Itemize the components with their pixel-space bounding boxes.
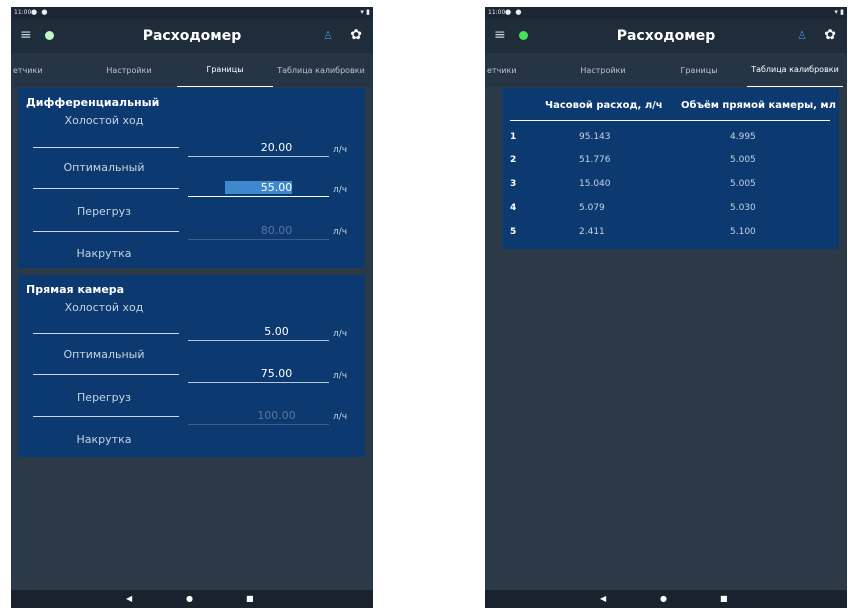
idle-label: Холостой ход bbox=[64, 114, 144, 127]
tab-calibration[interactable]: Таблица калибровки bbox=[747, 53, 843, 87]
overload-slider[interactable] bbox=[33, 231, 179, 232]
tab-sensors[interactable]: етчики bbox=[11, 53, 57, 87]
battery-wifi-icons: ▾ ▮ bbox=[360, 8, 370, 16]
differential-card: Дифференциальный Холостой ход 20.00 л/ч … bbox=[18, 88, 365, 268]
tab-bar: етчики Настройки Границы Таблица калибро… bbox=[485, 53, 847, 87]
tablet-screen-limits: 11:00 ● ● ▾ ▮ ≡ Расходомер ♙ ✿ етчики На… bbox=[11, 7, 373, 608]
status-bar: 11:00 ● ● ▾ ▮ bbox=[485, 7, 847, 19]
notification-icons: ● ● bbox=[505, 8, 523, 16]
row-number: 1 bbox=[510, 132, 517, 142]
flow-cell: 2.411 bbox=[579, 227, 605, 237]
optimal-slider[interactable] bbox=[33, 374, 179, 375]
tab-settings[interactable]: Настройки bbox=[555, 53, 651, 87]
card-title-differential: Дифференциальный bbox=[26, 96, 160, 109]
recent-apps-icon[interactable]: ■ bbox=[720, 594, 728, 603]
optimal-label: Оптимальный bbox=[63, 161, 145, 174]
back-icon[interactable]: ◀ bbox=[600, 594, 606, 603]
overload-unit: л/ч bbox=[333, 412, 348, 422]
row-number: 2 bbox=[510, 155, 517, 165]
tab-sensors[interactable]: етчики bbox=[485, 53, 531, 87]
status-time: 11:00 bbox=[488, 9, 506, 16]
idle-input[interactable]: 20.00 bbox=[188, 139, 329, 157]
home-icon[interactable]: ● bbox=[186, 594, 193, 603]
overload-label: Перегруз bbox=[77, 205, 131, 218]
table-row[interactable]: 5 2.411 5.100 bbox=[502, 227, 839, 245]
column-header-volume: Объём прямой камеры, мл bbox=[681, 100, 836, 111]
recent-apps-icon[interactable]: ■ bbox=[246, 594, 254, 603]
card-title-direct: Прямая камера bbox=[26, 283, 125, 296]
gear-icon[interactable]: ✿ bbox=[350, 27, 362, 43]
app-title: Расходомер bbox=[142, 28, 242, 44]
row-number: 4 bbox=[510, 203, 517, 213]
tamper-label: Накрутка bbox=[76, 247, 132, 260]
volume-cell: 5.005 bbox=[730, 179, 756, 189]
user-icon[interactable]: ♙ bbox=[797, 29, 807, 42]
user-icon[interactable]: ♙ bbox=[323, 29, 333, 42]
table-row[interactable]: 1 95.143 4.995 bbox=[502, 132, 839, 150]
idle-unit: л/ч bbox=[333, 145, 348, 155]
idle-label: Холостой ход bbox=[64, 301, 144, 314]
app-bar: ≡ Расходомер ♙ ✿ bbox=[485, 19, 847, 53]
home-icon[interactable]: ● bbox=[660, 594, 667, 603]
volume-cell: 5.100 bbox=[730, 227, 756, 237]
idle-slider[interactable] bbox=[33, 333, 179, 334]
status-bar: 11:00 ● ● ▾ ▮ bbox=[11, 7, 373, 19]
tamper-label: Накрутка bbox=[76, 433, 132, 446]
optimal-label: Оптимальный bbox=[63, 348, 145, 361]
idle-unit: л/ч bbox=[333, 329, 348, 339]
header-divider bbox=[510, 120, 830, 121]
app-title: Расходомер bbox=[616, 28, 716, 44]
table-row[interactable]: 4 5.079 5.030 bbox=[502, 203, 839, 221]
volume-cell: 5.030 bbox=[730, 203, 756, 213]
back-icon[interactable]: ◀ bbox=[126, 594, 132, 603]
tablet-screen-calibration: 11:00 ● ● ▾ ▮ ≡ Расходомер ♙ ✿ етчики На… bbox=[485, 7, 847, 608]
table-row[interactable]: 3 15.040 5.005 bbox=[502, 179, 839, 197]
system-nav-bar: ◀ ● ■ bbox=[11, 590, 373, 608]
optimal-input[interactable]: 75.00 bbox=[188, 365, 329, 383]
app-bar: ≡ Расходомер ♙ ✿ bbox=[11, 19, 373, 53]
table-row[interactable]: 2 51.776 5.005 bbox=[502, 155, 839, 173]
calibration-table: Часовой расход, л/ч Объём прямой камеры,… bbox=[502, 88, 839, 249]
volume-cell: 5.005 bbox=[730, 155, 756, 165]
tab-limits[interactable]: Границы bbox=[177, 53, 273, 87]
tab-calibration[interactable]: Таблица калибровки bbox=[273, 53, 369, 87]
tab-settings[interactable]: Настройки bbox=[81, 53, 177, 87]
flow-cell: 15.040 bbox=[579, 179, 611, 189]
overload-unit: л/ч bbox=[333, 227, 348, 237]
flow-cell: 5.079 bbox=[579, 203, 605, 213]
overload-slider[interactable] bbox=[33, 416, 179, 417]
row-number: 5 bbox=[510, 227, 517, 237]
idle-input[interactable]: 5.00 bbox=[188, 323, 329, 341]
idle-slider[interactable] bbox=[33, 147, 179, 148]
direct-chamber-card: Прямая камера Холостой ход 5.00 л/ч Опти… bbox=[18, 275, 365, 457]
volume-cell: 4.995 bbox=[730, 132, 756, 142]
overload-input[interactable]: 100.00 bbox=[188, 407, 329, 425]
optimal-input[interactable]: 55.00 bbox=[188, 179, 329, 197]
flow-cell: 51.776 bbox=[579, 155, 611, 165]
overload-label: Перегруз bbox=[77, 391, 131, 404]
column-header-flow: Часовой расход, л/ч bbox=[545, 100, 663, 111]
optimal-unit: л/ч bbox=[333, 185, 348, 195]
optimal-unit: л/ч bbox=[333, 371, 348, 381]
row-number: 3 bbox=[510, 179, 517, 189]
tab-bar: етчики Настройки Границы Таблица калибро… bbox=[11, 53, 373, 87]
status-time: 11:00 bbox=[14, 9, 32, 16]
system-nav-bar: ◀ ● ■ bbox=[485, 590, 847, 608]
optimal-slider[interactable] bbox=[33, 188, 179, 189]
overload-input[interactable]: 80.00 bbox=[188, 222, 329, 240]
notification-icons: ● ● bbox=[31, 8, 49, 16]
flow-cell: 95.143 bbox=[579, 132, 611, 142]
tab-limits[interactable]: Границы bbox=[651, 53, 747, 87]
battery-wifi-icons: ▾ ▮ bbox=[834, 8, 844, 16]
gear-icon[interactable]: ✿ bbox=[824, 27, 836, 43]
